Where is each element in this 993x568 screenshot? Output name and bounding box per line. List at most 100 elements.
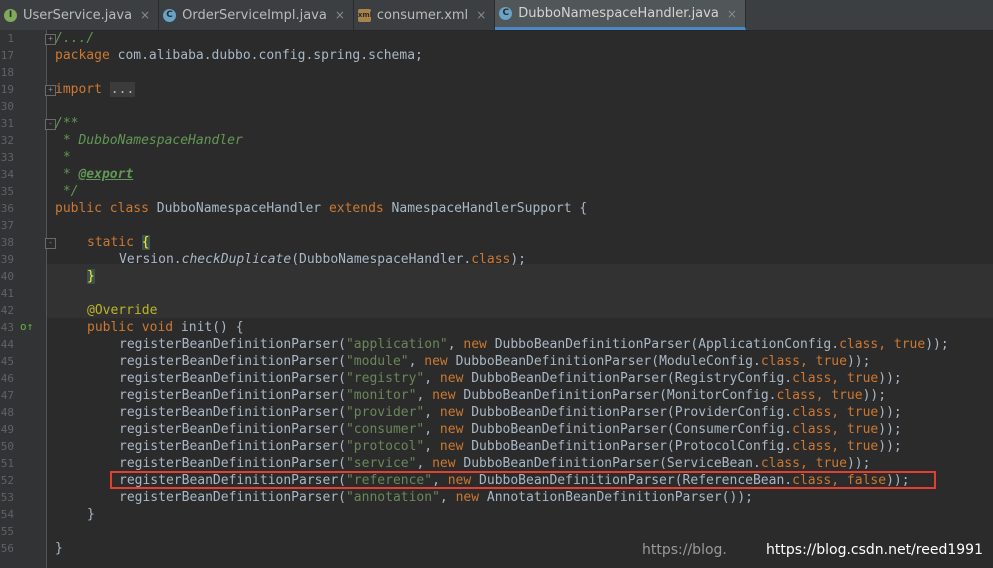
line-number: 35 [0, 185, 14, 198]
close-icon[interactable]: × [727, 7, 737, 21]
line-number: 43 [0, 321, 14, 334]
code-line: registerBeanDefinitionParser("applicatio… [119, 337, 949, 352]
tab-dubbo-namespace-handler[interactable]: C DubboNamespaceHandler.java × [495, 0, 746, 30]
line-number: 18 [0, 66, 14, 79]
package-name: com.alibaba.dubbo.config.spring.schema; [109, 48, 423, 63]
line-number: 36 [0, 202, 14, 215]
line-number: 54 [0, 508, 14, 521]
code-line: registerBeanDefinitionParser("protocol",… [119, 439, 902, 454]
line-number: 51 [0, 457, 14, 470]
brace: } [55, 541, 63, 556]
constructor-call: DubboBeanDefinitionParser(RegistryConfig… [463, 371, 793, 386]
fold-collapse-icon[interactable]: - [45, 238, 56, 249]
watermark: https://blog.csdn.net/reed1991 [766, 542, 983, 558]
code-line: registerBeanDefinitionParser("monitor", … [119, 388, 887, 403]
code-line: import ... [55, 81, 136, 98]
line-number: 37 [0, 219, 14, 232]
method-call: registerBeanDefinitionParser( [119, 439, 346, 454]
keyword: class [792, 371, 832, 386]
keyword: new [463, 337, 487, 352]
method-call: registerBeanDefinitionParser( [119, 405, 346, 420]
code-line: registerBeanDefinitionParser("annotation… [119, 490, 753, 505]
code-line: * DubboNamespaceHandler [55, 132, 243, 149]
code-line: public class DubboNamespaceHandler exten… [55, 200, 587, 217]
keyword: class [776, 388, 816, 403]
matched-brace: { [141, 235, 150, 250]
code-line: /** [55, 115, 78, 132]
keyword: new [432, 388, 456, 403]
line-number: 56 [0, 542, 14, 555]
static-block-highlight [47, 264, 993, 318]
string-literal: "registry" [345, 371, 425, 386]
boolean-literal: true [831, 388, 863, 403]
line-number: 41 [0, 287, 14, 300]
static-method: checkDuplicate [181, 252, 292, 267]
identifier: Version. [119, 252, 182, 267]
keyword: import [55, 82, 102, 97]
tab-user-service[interactable]: I UserService.java × [0, 0, 160, 30]
line-number: 46 [0, 372, 14, 385]
editor-tab-bar: I UserService.java × C OrderServiceImpl.… [0, 0, 993, 31]
line-number: 30 [0, 100, 14, 113]
constructor-call: DubboBeanDefinitionParser(ModuleConfig. [447, 354, 761, 369]
keyword: class [760, 354, 800, 369]
annotation-highlight-box [110, 471, 936, 489]
close-icon[interactable]: × [140, 8, 150, 22]
string-literal: "annotation" [345, 490, 440, 505]
method-call: registerBeanDefinitionParser( [119, 422, 346, 437]
constructor-call: AnnotationBeanDefinitionParser()); [479, 490, 753, 505]
string-literal: "provider" [345, 405, 425, 420]
close-icon[interactable]: × [335, 8, 345, 22]
keyword: new [439, 439, 464, 454]
constructor-call: DubboBeanDefinitionParser(ServiceBean. [455, 456, 761, 471]
code-line: registerBeanDefinitionParser("provider",… [119, 405, 902, 420]
boolean-literal: true [815, 456, 847, 471]
keyword: public class [55, 201, 149, 216]
constructor-call: DubboBeanDefinitionParser(ConsumerConfig… [463, 422, 793, 437]
keyword: class [471, 252, 511, 267]
tab-consumer-xml[interactable]: xml consumer.xml × [354, 0, 496, 30]
method-call: registerBeanDefinitionParser( [119, 371, 346, 386]
keyword: new [432, 456, 456, 471]
line-number: 1 [7, 32, 14, 45]
line-number: 39 [0, 253, 14, 266]
code-line: registerBeanDefinitionParser("module", n… [119, 354, 871, 369]
keyword: public void [87, 320, 174, 335]
keyword: package [55, 48, 110, 63]
keyword: class [792, 405, 832, 420]
line-number: 55 [0, 525, 14, 538]
keyword: class [792, 439, 832, 454]
method-call: registerBeanDefinitionParser( [119, 490, 346, 505]
tab-order-service-impl[interactable]: C OrderServiceImpl.java × [159, 0, 354, 30]
string-literal: "application" [345, 337, 448, 352]
line-number: 40 [0, 270, 14, 283]
method-signature: init() { [173, 320, 244, 335]
code-line: } [87, 506, 95, 523]
keyword: new [439, 405, 464, 420]
line-number: 50 [0, 440, 14, 453]
tab-label: consumer.xml [376, 7, 469, 23]
xml-file-icon: xml [357, 8, 372, 22]
class-name: DubboNamespaceHandler [148, 201, 329, 216]
code-line: @Override [87, 302, 157, 319]
code-line: } [87, 268, 95, 285]
override-method-icon[interactable]: o↑ [20, 321, 33, 333]
keyword: class [792, 422, 832, 437]
close-icon[interactable]: × [476, 8, 486, 22]
method-call: registerBeanDefinitionParser( [119, 456, 346, 471]
doc-comment: * [55, 167, 79, 182]
boolean-literal: true [893, 337, 926, 352]
tab-label: OrderServiceImpl.java [182, 7, 327, 23]
code-line: registerBeanDefinitionParser("consumer",… [119, 422, 902, 437]
doc-comment: * [55, 150, 71, 165]
string-literal: "consumer" [345, 422, 425, 437]
line-number: 48 [0, 406, 14, 419]
line-number: 52 [0, 474, 14, 487]
folded-imports[interactable]: ... [109, 82, 136, 97]
code-editor[interactable]: 1 17 18 19 30 31 32 33 34 35 36 37 38 39… [0, 30, 993, 568]
string-literal: "service" [345, 456, 417, 471]
doc-comment: */ [55, 184, 79, 199]
boolean-literal: true [846, 422, 879, 437]
keyword: new [439, 422, 464, 437]
interface-icon: I [4, 8, 17, 22]
